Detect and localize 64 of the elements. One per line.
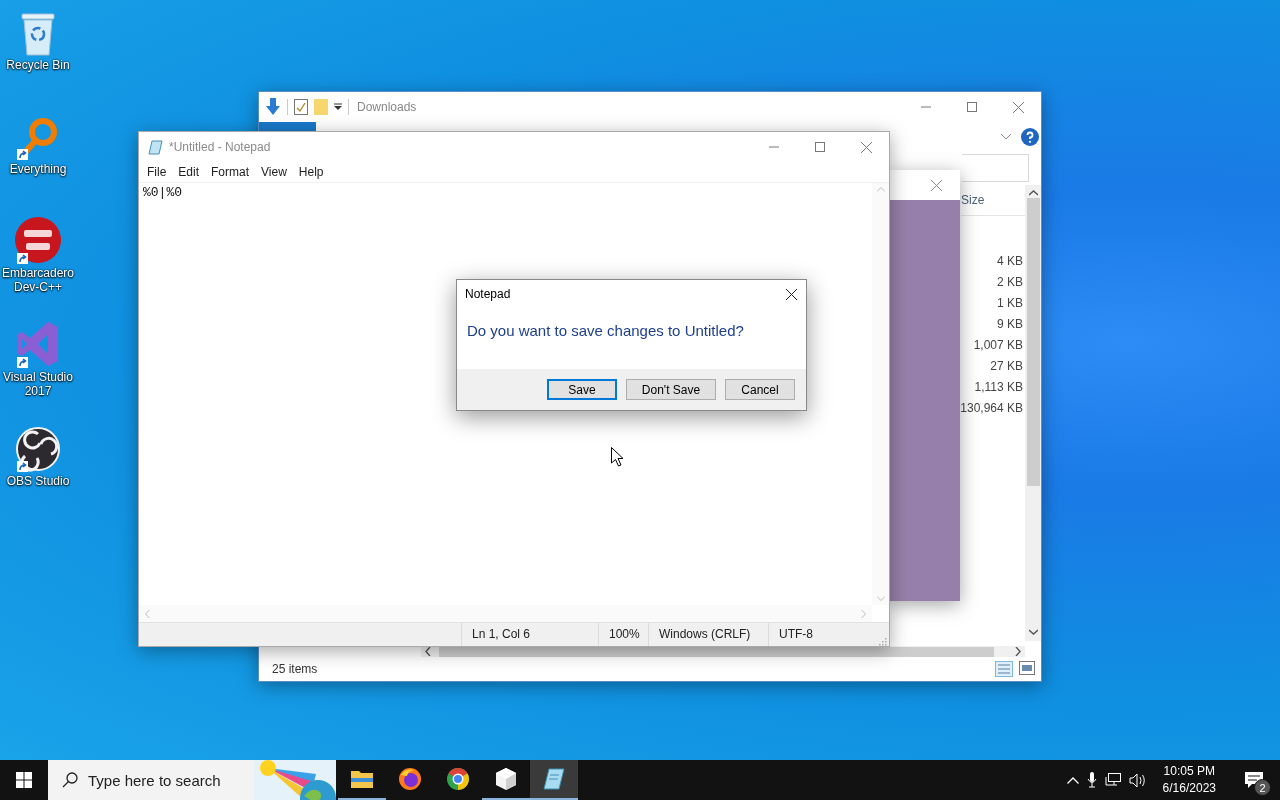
file-size: 1 KB xyxy=(997,295,1023,312)
dialog-button[interactable]: Cancel xyxy=(725,379,795,400)
menu-item[interactable]: View xyxy=(255,163,293,181)
menu-item[interactable]: Help xyxy=(292,163,330,181)
obs-icon xyxy=(15,426,61,472)
network-icon[interactable] xyxy=(1104,772,1121,788)
notification-count: 2 xyxy=(1254,779,1271,796)
arrow-up-icon[interactable] xyxy=(1028,190,1038,196)
menu-item[interactable]: Format xyxy=(205,163,256,181)
window-title: Downloads xyxy=(357,100,417,114)
status-text: 25 items xyxy=(272,662,318,676)
clock-date[interactable]: 6/16/2023 xyxy=(1162,780,1216,797)
status-field: 100% xyxy=(598,623,648,646)
download-arrow-icon[interactable] xyxy=(265,98,281,116)
dialog-title: Notepad xyxy=(465,287,511,301)
infinity-ribbon-icon xyxy=(16,320,60,368)
speaker-icon[interactable] xyxy=(1128,772,1147,788)
notepad-icon xyxy=(148,139,163,155)
close-icon[interactable] xyxy=(785,288,797,300)
text-content: %0|%0 xyxy=(143,185,182,200)
file-size: 4 KB xyxy=(997,253,1023,270)
search-field[interactable] xyxy=(962,154,1029,182)
windows-start-icon[interactable] xyxy=(16,772,32,788)
taskbar-app[interactable] xyxy=(530,760,578,800)
folder-icon xyxy=(350,769,374,789)
thumbnail-view-icon[interactable] xyxy=(1019,661,1035,675)
arrow-left-icon[interactable] xyxy=(425,647,431,656)
dropdown-icon[interactable] xyxy=(334,103,342,111)
arrow-down-icon[interactable] xyxy=(1028,629,1038,635)
mouse-cursor-icon xyxy=(611,447,624,467)
status-field: UTF-8 xyxy=(768,623,868,646)
dialog-button[interactable]: Save xyxy=(547,379,617,400)
file-size: 2 KB xyxy=(997,274,1023,291)
file-size: 1,113 KB xyxy=(974,379,1023,396)
resize-grip-icon[interactable] xyxy=(878,637,887,646)
microphone-icon[interactable] xyxy=(1086,772,1097,788)
search-field[interactable]: Type here to search xyxy=(48,760,254,800)
file-size: 130,964 KB xyxy=(960,400,1023,417)
arrow-right-icon[interactable] xyxy=(1015,647,1021,656)
properties-icon[interactable] xyxy=(294,99,308,115)
status-field: Windows (CRLF) xyxy=(648,623,768,646)
chrome-icon xyxy=(446,767,470,791)
dialog-message: Do you want to save changes to Untitled? xyxy=(467,322,744,339)
dialog-button[interactable]: Don't Save xyxy=(626,379,716,400)
scrollbar[interactable] xyxy=(1025,185,1041,641)
maximize-icon[interactable] xyxy=(967,102,977,112)
status-field: Ln 1, Col 6 xyxy=(461,623,598,646)
chevron-up-icon[interactable] xyxy=(1066,776,1079,784)
recycle-bin-icon xyxy=(18,12,58,56)
file-size: 9 KB xyxy=(997,316,1023,333)
cube-icon xyxy=(495,767,517,791)
maximize-icon[interactable] xyxy=(815,142,825,152)
file-size: 1,007 KB xyxy=(973,337,1023,354)
menu-item[interactable]: File xyxy=(141,163,173,181)
chevron-down-icon[interactable] xyxy=(1001,133,1011,140)
search-icon xyxy=(62,772,78,788)
help-icon[interactable] xyxy=(1021,127,1039,146)
browser-icon xyxy=(398,767,422,791)
window-title: *Untitled - Notepad xyxy=(169,140,271,154)
file-size: 27 KB xyxy=(990,358,1023,375)
clock-time[interactable]: 10:05 PM xyxy=(1163,763,1215,780)
menu-item[interactable]: Edit xyxy=(172,163,206,181)
notepad-icon xyxy=(543,767,565,791)
app-logo-icon xyxy=(14,216,62,264)
